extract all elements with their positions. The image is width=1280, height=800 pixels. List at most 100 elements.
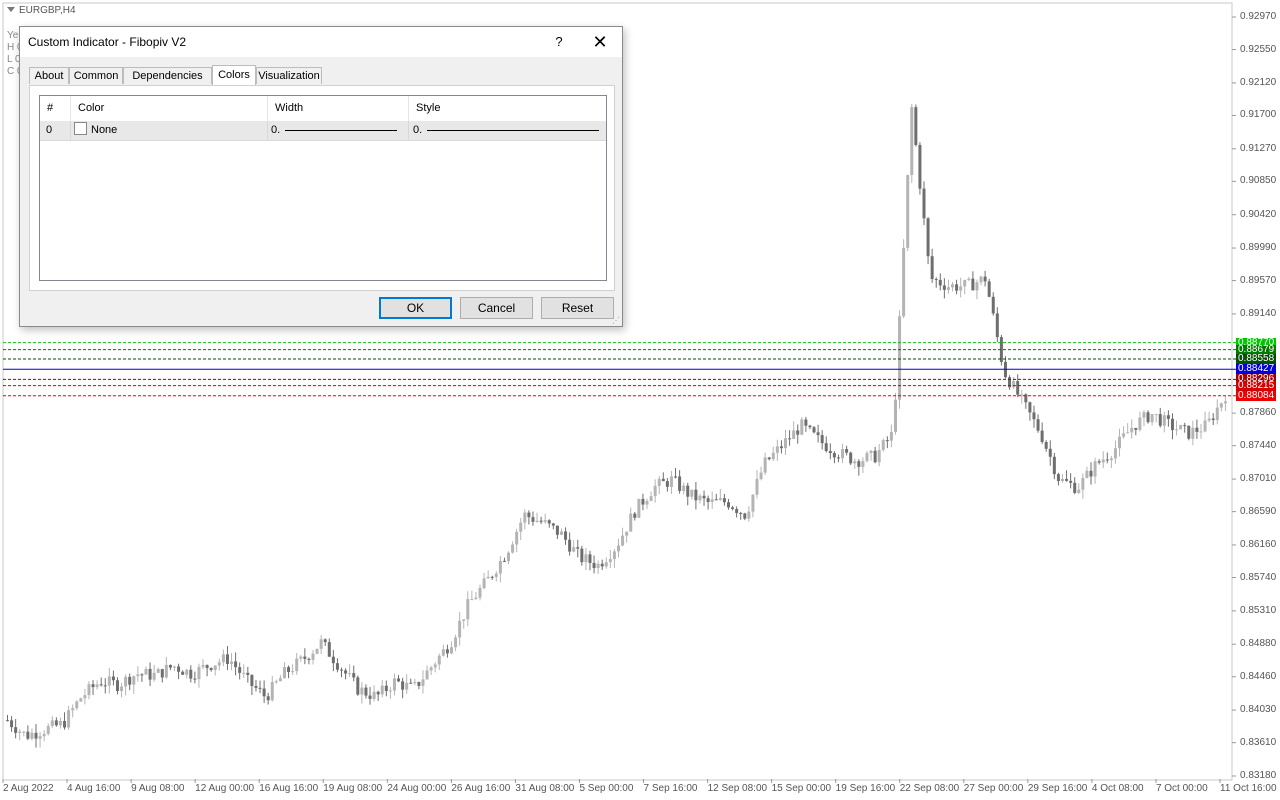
candle-body [1036,419,1040,431]
candle-body [1138,417,1142,430]
time-tick-label: 31 Aug 08:00 [515,783,575,794]
candle-body [1118,436,1122,449]
candle-body [1109,458,1113,461]
candle-body [889,431,893,441]
candle-body [975,282,979,291]
candle-body [796,430,800,435]
dropdown-triangle-icon[interactable] [7,7,15,12]
candle-body [1077,489,1081,493]
candle-body [621,535,625,546]
col-header-width[interactable]: Width [268,96,409,121]
candle-body [144,668,148,675]
candle-body [1105,459,1109,461]
candle-body [779,446,783,449]
candle-body [934,279,938,281]
candle-body [991,296,995,314]
candle-body [539,520,543,522]
candle-body [865,453,869,462]
candle-body [254,686,258,688]
colors-grid[interactable]: # Color Width Style 0 None 0. 0. [39,95,607,281]
candle-body [246,672,250,675]
candle-body [364,687,368,696]
tab-visualization[interactable]: Visualization [256,67,322,84]
candle-body [698,495,702,501]
candle-body [270,681,274,701]
time-tick-label: 24 Aug 00:00 [387,783,447,794]
candle-body [678,476,682,491]
tab-colors[interactable]: Colors [212,65,256,85]
candle-body [971,278,975,291]
candle-body [335,663,339,670]
width-cell[interactable]: 0. [268,121,409,140]
tab-about[interactable]: About [29,67,69,84]
candle-body [580,548,584,563]
candle-body [849,452,853,464]
candle-body [722,498,726,503]
candle-body [462,619,466,621]
candle-body [425,670,429,680]
candle-body [1162,415,1166,426]
candle-body [633,513,637,518]
candle-body [437,655,441,665]
tab-common[interactable]: Common [69,67,123,84]
candle-body [75,701,79,709]
candle-body [714,499,718,501]
style-cell[interactable]: 0. [409,121,606,140]
col-header-color[interactable]: Color [71,96,268,121]
candle-body [1130,427,1134,433]
price-tick-label: 0.85740 [1240,571,1277,583]
candle-body [132,676,136,685]
candle-body [405,682,409,690]
candle-body [458,620,462,638]
candle-body [629,513,633,532]
time-tick-label: 9 Aug 08:00 [131,783,185,794]
candle-body [1150,414,1154,423]
cancel-button[interactable]: Cancel [460,297,533,319]
candle-body [486,576,490,579]
candle-body [315,648,319,654]
color-cell[interactable]: None [71,121,268,140]
ok-button[interactable]: OK [379,297,452,319]
col-header-index[interactable]: # [40,96,71,121]
candle-body [608,559,612,563]
candle-body [319,639,323,649]
candle-body [429,667,433,671]
candle-body [103,685,107,687]
close-button[interactable]: ✕ [586,31,614,53]
candle-body [861,461,865,467]
candle-body [767,457,771,460]
candle-body [1183,425,1187,427]
candle-body [63,720,67,728]
candle-body [588,554,592,563]
candle-body [71,708,75,711]
candle-body [136,674,140,677]
candle-body [523,512,527,523]
candle-body [115,680,119,692]
candle-body [22,731,26,733]
candle-body [584,554,588,563]
candle-body [669,476,673,487]
col-header-style[interactable]: Style [409,96,606,121]
tab-dependencies[interactable]: Dependencies [123,67,212,84]
table-row[interactable]: 0 None 0. 0. [40,121,606,141]
candle-body [910,107,914,175]
candle-body [653,485,657,497]
help-button[interactable]: ? [548,31,570,53]
candle-body [784,438,788,449]
candle-body [661,478,665,482]
candle-body [234,661,238,668]
custom-indicator-dialog[interactable]: Custom Indicator - Fibopiv V2 ? ✕ About … [19,26,623,327]
candle-body [148,668,152,680]
price-tick-label: 0.92120 [1240,76,1277,88]
candle-body [1073,482,1077,493]
price-tick-label: 0.83180 [1240,770,1277,781]
candle-body [376,691,380,695]
candle-body [274,681,278,683]
candle-body [1146,412,1150,423]
resize-grip-icon[interactable]: ⋰ [612,316,622,326]
candle-body [922,188,926,219]
dialog-titlebar[interactable]: Custom Indicator - Fibopiv V2 ? ✕ [20,27,622,57]
candle-body [181,671,185,675]
colors-tab-panel: # Color Width Style 0 None 0. 0. [29,85,615,291]
reset-button[interactable]: Reset [541,297,614,319]
